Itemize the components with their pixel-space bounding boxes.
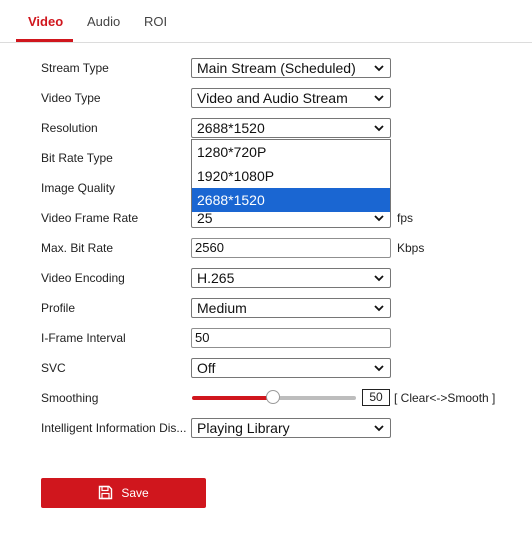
chevron-down-icon xyxy=(374,305,384,312)
frame-rate-value: 25 xyxy=(197,210,213,226)
frame-rate-unit: fps xyxy=(397,211,414,225)
video-type-select[interactable]: Video and Audio Stream xyxy=(191,88,391,108)
save-button[interactable]: Save xyxy=(41,478,206,508)
resolution-value: 2688*1520 xyxy=(197,120,265,136)
intelligent-info-label: Intelligent Information Dis... xyxy=(41,421,187,435)
stream-type-label: Stream Type xyxy=(41,61,109,75)
tab-video[interactable]: Video xyxy=(28,14,63,29)
iframe-interval-label: I-Frame Interval xyxy=(41,331,126,345)
intelligent-info-value: Playing Library xyxy=(197,420,290,436)
svc-label: SVC xyxy=(41,361,66,375)
bit-rate-type-label: Bit Rate Type xyxy=(41,151,113,165)
chevron-down-icon xyxy=(374,65,384,72)
svc-value: Off xyxy=(197,360,216,376)
chevron-down-icon xyxy=(374,125,384,132)
iframe-interval-input[interactable]: 50 xyxy=(191,328,391,348)
max-bit-rate-label: Max. Bit Rate xyxy=(41,241,114,255)
max-bit-rate-input[interactable]: 2560 xyxy=(191,238,391,258)
active-tab-indicator xyxy=(16,39,73,42)
stream-type-select[interactable]: Main Stream (Scheduled) xyxy=(191,58,391,78)
resolution-option[interactable]: 1280*720P xyxy=(192,140,390,164)
chevron-down-icon xyxy=(374,425,384,432)
max-bit-rate-unit: Kbps xyxy=(397,241,425,255)
smoothing-hint: [ Clear<->Smooth ] xyxy=(394,391,496,405)
save-icon xyxy=(99,486,113,500)
svc-select[interactable]: Off xyxy=(191,358,391,378)
profile-select[interactable]: Medium xyxy=(191,298,391,318)
resolution-option[interactable]: 1920*1080P xyxy=(192,164,390,188)
video-encoding-label: Video Encoding xyxy=(41,271,125,285)
chevron-down-icon xyxy=(374,275,384,282)
profile-value: Medium xyxy=(197,300,247,316)
smoothing-slider-handle[interactable] xyxy=(266,390,280,404)
stream-type-value: Main Stream (Scheduled) xyxy=(197,60,356,76)
intelligent-info-select[interactable]: Playing Library xyxy=(191,418,391,438)
save-button-label: Save xyxy=(121,486,149,500)
resolution-select[interactable]: 2688*1520 xyxy=(191,118,391,138)
chevron-down-icon xyxy=(374,365,384,372)
tab-audio[interactable]: Audio xyxy=(87,14,120,29)
smoothing-value-input[interactable]: 50 xyxy=(362,389,390,406)
resolution-label: Resolution xyxy=(41,121,98,135)
video-type-label: Video Type xyxy=(41,91,101,105)
video-encoding-select[interactable]: H.265 xyxy=(191,268,391,288)
tab-bar: Video Audio ROI xyxy=(0,0,532,43)
resolution-dropdown: 1280*720P 1920*1080P 2688*1520 xyxy=(191,139,391,212)
smoothing-slider-track[interactable] xyxy=(273,396,356,400)
profile-label: Profile xyxy=(41,301,76,315)
frame-rate-label: Video Frame Rate xyxy=(41,211,139,225)
chevron-down-icon xyxy=(374,95,384,102)
tab-roi[interactable]: ROI xyxy=(144,14,167,29)
smoothing-slider-filled xyxy=(192,396,273,400)
video-encoding-value: H.265 xyxy=(197,270,235,286)
smoothing-label: Smoothing xyxy=(41,391,99,405)
chevron-down-icon xyxy=(374,215,384,222)
image-quality-label: Image Quality xyxy=(41,181,116,195)
resolution-option-selected[interactable]: 2688*1520 xyxy=(192,188,390,212)
video-type-value: Video and Audio Stream xyxy=(197,90,348,106)
